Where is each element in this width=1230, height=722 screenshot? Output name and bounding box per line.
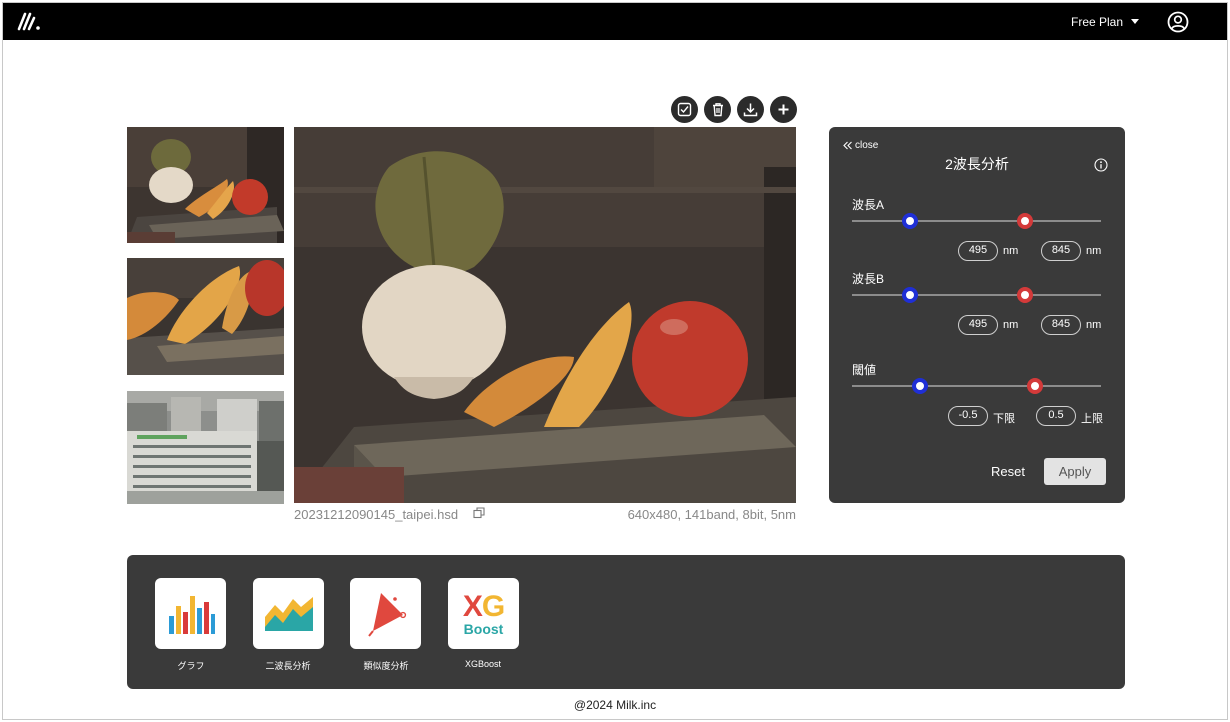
threshold-upper-input[interactable]: 0.5 [1036, 406, 1076, 426]
thumbnail-banana-closeup[interactable] [127, 258, 284, 375]
double-chevron-left-icon [843, 141, 852, 150]
close-panel-button[interactable]: close [843, 140, 878, 151]
wavelength-b-min-input[interactable]: 495 [958, 315, 998, 335]
threshold-lower-input[interactable]: -0.5 [948, 406, 988, 426]
threshold-lower-label: 下限 [993, 413, 1015, 425]
reset-button[interactable]: Reset [991, 464, 1025, 479]
wavelength-b-label: 波長B [852, 272, 885, 286]
wavelength-b-max-unit: nm [1086, 319, 1102, 331]
thumbnail-taipei-building[interactable] [127, 391, 284, 504]
threshold-slider[interactable] [852, 385, 1101, 387]
wavelength-a-min-input[interactable]: 495 [958, 241, 998, 261]
wavelength-b-max-input[interactable]: 845 [1041, 315, 1081, 335]
wavelength-a-max-unit: nm [1086, 245, 1102, 257]
tool-xgboost[interactable]: XG Boost [448, 578, 519, 649]
cone-similarity-icon [367, 592, 406, 637]
wavelength-a-max-input[interactable]: 845 [1041, 241, 1081, 261]
thumbnail-still-life[interactable] [127, 127, 284, 243]
footer-copyright: @2024 Milk.inc [573, 698, 657, 712]
download-icon [743, 103, 758, 117]
threshold-upper-label: 上限 [1081, 413, 1103, 425]
wavelength-a-label: 波長A [852, 198, 885, 212]
still-life-thumbnail-image [127, 127, 284, 243]
xgboost-logo-text: Boost [463, 620, 504, 637]
select-button[interactable] [671, 96, 698, 123]
taipei-building-thumbnail-image [127, 391, 284, 504]
xgboost-icon: XG Boost [462, 589, 505, 637]
panel-title: 2波長分析 [945, 156, 1009, 172]
wavelength-a-max-handle[interactable] [1017, 213, 1033, 229]
add-button[interactable] [770, 96, 797, 123]
area-chart-icon [264, 596, 313, 631]
copy-icon[interactable] [473, 507, 485, 519]
user-circle-icon[interactable] [1167, 11, 1189, 33]
checkbox-icon [677, 102, 692, 117]
apply-button[interactable]: Apply [1044, 458, 1106, 485]
still-life-hyperspectral-image [294, 127, 796, 503]
info-icon[interactable] [1094, 158, 1108, 172]
plus-icon [778, 104, 789, 115]
tool-graph-label: グラフ [177, 661, 205, 671]
wavelength-a-min-unit: nm [1003, 245, 1019, 257]
close-label: close [855, 140, 879, 151]
tool-xgboost-label: XGBoost [464, 659, 502, 669]
wavelength-b-min-unit: nm [1003, 319, 1019, 331]
banana-closeup-thumbnail-image [127, 258, 284, 375]
milk-logo-icon[interactable] [17, 10, 43, 32]
two-wavelength-analysis-panel: close 2波長分析 波長A 495 nm 845 nm 波長B 495 nm… [829, 127, 1125, 503]
top-bar: Free Plan [3, 3, 1227, 40]
wavelength-a-min-handle[interactable] [902, 213, 918, 229]
tool-two-wavelength-label: 二波長分析 [265, 661, 311, 671]
trash-icon [712, 103, 723, 117]
threshold-label: 閾値 [852, 363, 877, 377]
plan-selector-label[interactable]: Free Plan [1071, 15, 1123, 29]
wavelength-a-slider[interactable] [852, 220, 1101, 222]
wavelength-b-min-handle[interactable] [902, 287, 918, 303]
delete-button[interactable] [704, 96, 731, 123]
tool-graph[interactable] [155, 578, 226, 649]
threshold-lower-handle[interactable] [912, 378, 928, 394]
download-button[interactable] [737, 96, 764, 123]
threshold-upper-handle[interactable] [1027, 378, 1043, 394]
main-image-viewer[interactable] [294, 127, 796, 503]
wavelength-b-max-handle[interactable] [1017, 287, 1033, 303]
image-metadata: 640x480, 141band, 8bit, 5nm [627, 507, 796, 522]
wavelength-b-slider[interactable] [852, 294, 1101, 296]
bar-chart-icon [168, 595, 215, 634]
image-filename: 20231212090145_taipei.hsd [294, 507, 459, 522]
tool-similarity[interactable] [350, 578, 421, 649]
chevron-down-icon[interactable] [1131, 19, 1139, 24]
tool-similarity-label: 類似度分析 [363, 661, 409, 671]
tool-two-wavelength[interactable] [253, 578, 324, 649]
